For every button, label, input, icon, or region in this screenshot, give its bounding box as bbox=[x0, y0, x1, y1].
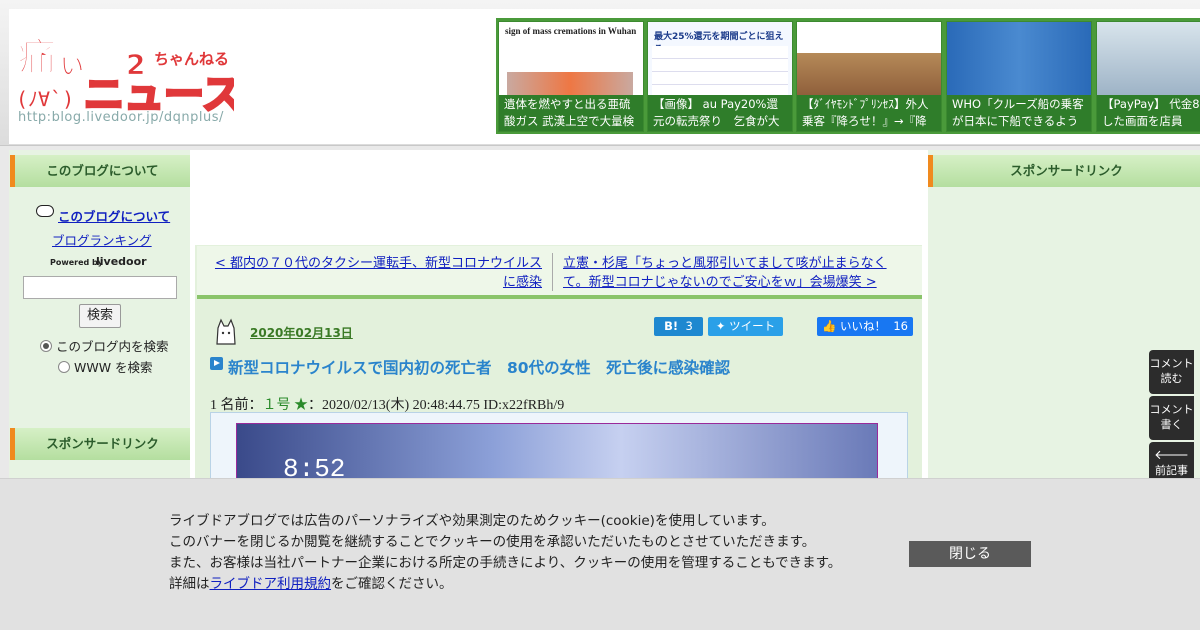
cookie-text-pre: 詳細は bbox=[169, 576, 210, 592]
terms-link[interactable]: ライブドア利用規約 bbox=[210, 576, 332, 592]
cookie-message: ライブドアブログでは広告のパーソナライズや効果測定のためクッキー(cookie)… bbox=[169, 511, 841, 595]
facebook-like-button[interactable]: 👍 いいね！ 16 bbox=[817, 317, 913, 336]
like-label: いいね！ bbox=[840, 319, 887, 333]
thumb-item[interactable]: sign of mass cremations in Wuhan 遺体を燃やすと… bbox=[498, 21, 644, 132]
radio-label: WWW を検索 bbox=[74, 360, 153, 375]
radio-search-www[interactable]: WWW を検索 bbox=[58, 357, 153, 376]
sponsor-header-right: スポンサードリンク bbox=[928, 155, 1200, 187]
tweet-button[interactable]: ✦ ツイート bbox=[708, 317, 783, 336]
post-meta: ：2020/02/13(木) 20:48:44.75 ID:x22fRBh/9 bbox=[308, 398, 565, 413]
next-article-link[interactable]: 立憲・杉尾「ちょっと風邪引いてまして咳が止まらなくて。新型コロナじゃないのでご安… bbox=[563, 254, 893, 292]
thumb-item[interactable]: 【ﾀﾞｲﾔﾓﾝﾄﾞﾌﾟﾘﾝｾｽ】外人乗客『降ろせ！』→『降ろさ bbox=[796, 21, 942, 132]
thumb-item[interactable]: WHO「クルーズ船の乗客が日本に下船できるよう日 bbox=[946, 21, 1092, 132]
ranking-link[interactable]: ブログランキング bbox=[52, 230, 152, 249]
hatena-count: 3 bbox=[685, 319, 693, 333]
thumb-caption: 【PayPay】 代金80入力した画面を店員 bbox=[1097, 95, 1200, 131]
cookie-line: このバナーを閉じるか閲覧を継続することでクッキーの使用を承認いただいたものとさせ… bbox=[169, 534, 816, 550]
radio-label: このブログ内を検索 bbox=[56, 339, 169, 354]
news-screenshot: 8:52 bbox=[236, 423, 878, 483]
sponsor-header-left: スポンサードリンク bbox=[10, 428, 190, 460]
radio-checked-icon[interactable] bbox=[40, 340, 52, 352]
article-date[interactable]: 2020年02月13日 bbox=[250, 324, 353, 341]
write-comment-button[interactable]: コメント書く bbox=[1149, 396, 1194, 440]
article-title: 新型コロナウイルスで国内初の死亡者 80代の女性 死亡後に感染確認 bbox=[228, 359, 731, 377]
prev-article-button[interactable]: 🡐 前記事 bbox=[1149, 442, 1194, 482]
twitter-icon: ✦ bbox=[715, 319, 730, 333]
svg-text:ちゃんねる: ちゃんねる bbox=[154, 50, 229, 68]
read-comments-button[interactable]: コメント読む bbox=[1149, 350, 1194, 394]
logo-url: http:blog.livedoor.jp/dqnplus/ bbox=[18, 110, 224, 125]
search-button[interactable]: 検索 bbox=[79, 304, 121, 328]
post-number: 1 名前： bbox=[210, 398, 263, 413]
thumb-caption: 【ﾀﾞｲﾔﾓﾝﾄﾞﾌﾟﾘﾝｾｽ】外人乗客『降ろせ！』→『降ろさ bbox=[797, 95, 941, 131]
cookie-text-post: をご確認ください。 bbox=[331, 576, 453, 592]
about-header: このブログについて bbox=[10, 155, 190, 187]
arrow-left-icon: 🡐 bbox=[1154, 448, 1189, 463]
thumb-caption: 【画像】 au Pay20%還元の転売祭り 乞食が大量に bbox=[648, 95, 792, 131]
play-icon bbox=[210, 357, 223, 370]
mascot-icon bbox=[214, 318, 238, 348]
thumbs-up-icon: 👍 bbox=[822, 319, 841, 333]
cookie-line: また、お客様は当社パートナー企業における所定の手続きにより、クッキーの使用を管理… bbox=[169, 555, 842, 571]
thumb-item[interactable]: 【PayPay】 代金80入力した画面を店員 bbox=[1096, 21, 1200, 132]
face-icon bbox=[36, 205, 54, 217]
poster-name: １号 ★ bbox=[262, 398, 309, 413]
svg-text:い: い bbox=[60, 52, 84, 80]
nav-divider bbox=[552, 253, 553, 291]
radio-unchecked-icon[interactable] bbox=[58, 361, 70, 373]
radio-search-blog[interactable]: このブログ内を検索 bbox=[40, 336, 169, 355]
cookie-line: 詳細はライブドア利用規約をご確認ください。 bbox=[169, 574, 841, 595]
thumb-item[interactable]: 最大25%還元を期間ごとに狙える 【画像】 au Pay20%還元の転売祭り 乞… bbox=[647, 21, 793, 132]
cookie-close-button[interactable]: 閉じる bbox=[909, 541, 1031, 567]
svg-text:(ﾉ∀`): (ﾉ∀`) bbox=[16, 87, 74, 111]
like-count: 16 bbox=[893, 319, 908, 333]
about-link[interactable]: このブログについて bbox=[58, 206, 170, 225]
thumb-caption: 遺体を燃やすと出る亜硫酸ガス 武漢上空で大量検出… bbox=[499, 95, 643, 131]
thumb-caption: WHO「クルーズ船の乗客が日本に下船できるよう日 bbox=[947, 95, 1091, 131]
prev-article-link[interactable]: < 都内の７０代のタクシー運転手、新型コロナウイルスに感染 bbox=[210, 254, 542, 292]
post-header: 1 名前：１号 ★：2020/02/13(木) 20:48:44.75 ID:x… bbox=[210, 394, 564, 414]
hatena-label: B! bbox=[664, 319, 679, 333]
hatena-bookmark-button[interactable]: B! 3 bbox=[654, 317, 703, 336]
livedoor-logo[interactable]: livedoor bbox=[96, 255, 147, 268]
search-input[interactable] bbox=[23, 276, 177, 299]
headline-thumbnails: sign of mass cremations in Wuhan 遺体を燃やすと… bbox=[496, 18, 1200, 134]
tweet-label: ツイート bbox=[729, 319, 776, 333]
svg-text:痛: 痛 bbox=[18, 35, 56, 79]
cookie-line: ライブドアブログでは広告のパーソナライズや効果測定のためクッキー(cookie)… bbox=[169, 513, 775, 529]
prev-article-label: 前記事 bbox=[1155, 464, 1188, 477]
thumb-headline: sign of mass cremations in Wuhan bbox=[505, 26, 637, 36]
